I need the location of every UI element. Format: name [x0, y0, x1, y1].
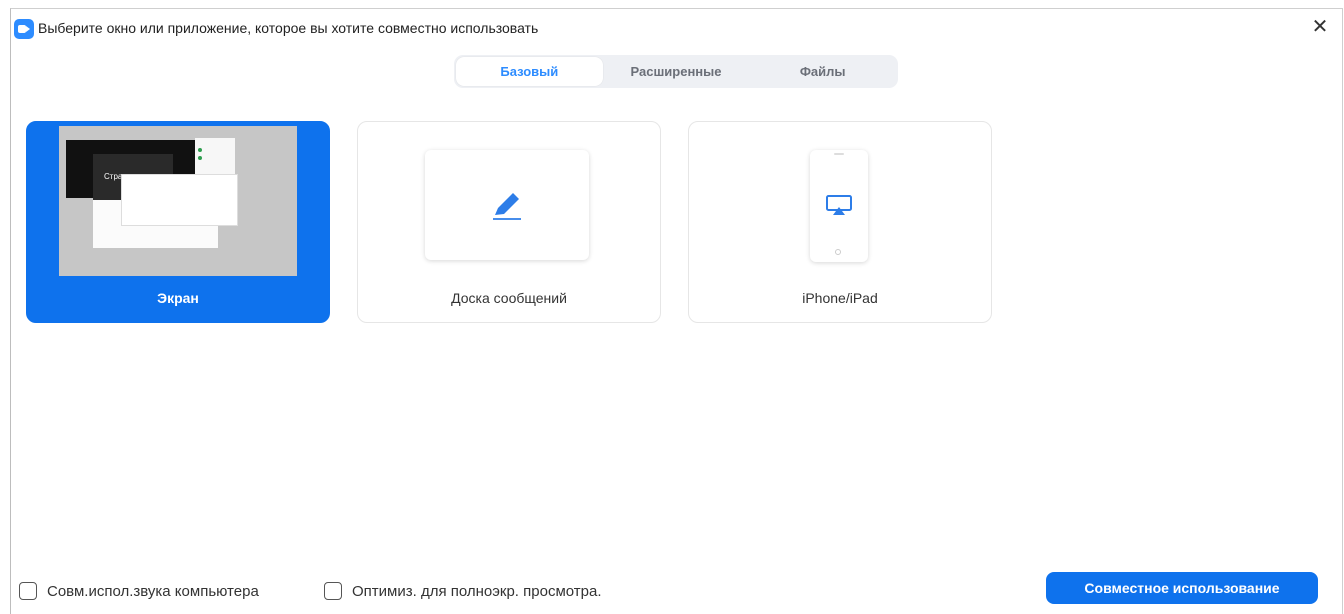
close-button[interactable]: ✕ — [1308, 15, 1332, 39]
phone-preview — [810, 150, 868, 262]
tab-files[interactable]: Файлы — [749, 57, 896, 86]
share-option-screen[interactable]: Стра Экран — [26, 121, 330, 323]
airplay-icon — [826, 195, 852, 215]
optimize-fullscreen-checkbox-row[interactable]: Оптимиз. для полноэкр. просмотра. — [324, 582, 602, 600]
screen-thumbnail: Стра — [59, 126, 297, 276]
share-option-iphone-ipad[interactable]: iPhone/iPad — [688, 121, 992, 323]
share-button[interactable]: Совместное использование — [1046, 572, 1318, 604]
share-audio-checkbox[interactable] — [19, 582, 37, 600]
optimize-fullscreen-checkbox[interactable] — [324, 582, 342, 600]
tab-basic[interactable]: Базовый — [456, 57, 603, 86]
title-bar: Выберите окно или приложение, которое вы… — [11, 9, 1342, 47]
card-label: iPhone/iPad — [802, 290, 878, 306]
pencil-icon — [493, 193, 521, 220]
share-audio-label: Совм.испол.звука компьютера — [47, 582, 259, 600]
tab-bar: Базовый Расширенные Файлы — [454, 55, 898, 88]
tab-advanced[interactable]: Расширенные — [603, 57, 750, 86]
status-dot-icon — [198, 148, 202, 152]
share-screen-dialog: Выберите окно или приложение, которое вы… — [10, 8, 1343, 614]
card-label: Экран — [157, 290, 199, 306]
share-option-whiteboard[interactable]: Доска сообщений — [357, 121, 661, 323]
phone-speaker — [834, 153, 844, 155]
status-dot-icon — [198, 156, 202, 160]
phone-home-button — [835, 249, 841, 255]
thumbnail-text: Стра — [104, 172, 123, 181]
thumbnail-white-window-front — [121, 174, 238, 226]
optimize-fullscreen-label: Оптимиз. для полноэкр. просмотра. — [352, 582, 602, 600]
zoom-app-icon — [14, 19, 34, 39]
share-audio-checkbox-row[interactable]: Совм.испол.звука компьютера — [19, 582, 259, 600]
whiteboard-preview — [425, 150, 589, 260]
window-title: Выберите окно или приложение, которое вы… — [38, 20, 539, 36]
card-label: Доска сообщений — [451, 290, 567, 306]
